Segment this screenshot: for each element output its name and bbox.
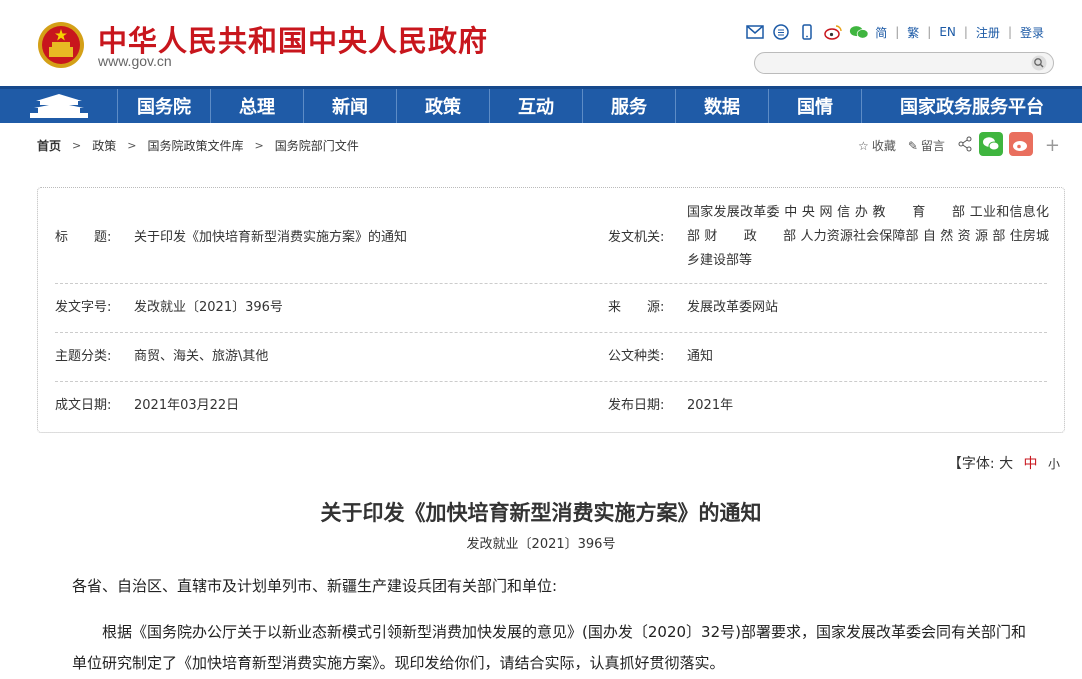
wechat-share-icon[interactable]	[978, 132, 1003, 159]
plus-icon[interactable]: +	[1045, 135, 1060, 156]
created-date-value: 2021年03月22日	[134, 398, 240, 413]
divider: |	[895, 25, 900, 39]
register-link[interactable]: 注册	[976, 24, 1000, 41]
font-size-small[interactable]: 小	[1048, 457, 1060, 471]
font-size-medium[interactable]: 中	[1024, 456, 1038, 472]
nav-item-news[interactable]: 新闻	[304, 89, 397, 123]
share-icon[interactable]	[957, 136, 973, 155]
mail-icon[interactable]	[745, 22, 765, 42]
share-bar: ☆ 收藏 ✎ 留言 +	[858, 132, 1060, 159]
site-header: 中华人民共和国中央人民政府 www.gov.cn 简 | 繁 | EN | 注册…	[0, 0, 1082, 86]
breadcrumb: 首页 > 政策 > 国务院政策文件库 > 国务院部门文件	[37, 137, 359, 154]
lang-english-link[interactable]: EN	[939, 25, 956, 39]
document-info-table: 标 题: 关于印发《加快培育新型消费实施方案》的通知 发文机关: 国家发展改革委…	[37, 187, 1065, 433]
tiananmen-icon[interactable]	[0, 89, 118, 123]
favorite-button[interactable]: ☆ 收藏	[858, 137, 896, 154]
nav-item-service-platform[interactable]: 国家政务服务平台	[862, 89, 1082, 123]
nav-item-premier[interactable]: 总理	[211, 89, 304, 123]
breadcrumb-bar: 首页 > 政策 > 国务院政策文件库 > 国务院部门文件 ☆ 收藏 ✎ 留言 +	[0, 123, 1082, 167]
info-row-doc-no: 发文字号: 发改就业〔2021〕396号 来 源: 发展改革委网站	[55, 284, 1047, 333]
type-value: 通知	[687, 349, 714, 364]
divider: |	[963, 25, 968, 39]
article-doc-number: 发改就业〔2021〕396号	[466, 537, 616, 552]
published-date-label: 发布日期:	[608, 398, 665, 413]
info-row-title: 标 题: 关于印发《加快培育新型消费实施方案》的通知 发文机关: 国家发展改革委…	[55, 200, 1049, 284]
chevron-right-icon: >	[72, 139, 82, 152]
topic-value: 商贸、海关、旅游\其他	[134, 349, 269, 364]
breadcrumb-department-docs[interactable]: 国务院部门文件	[275, 137, 359, 154]
chevron-right-icon: >	[254, 139, 264, 152]
lang-simplified-link[interactable]: 简	[875, 24, 887, 41]
type-label: 公文种类:	[608, 349, 665, 364]
star-icon: ☆	[858, 138, 869, 153]
info-row-dates: 成文日期: 2021年03月22日 发布日期: 2021年	[55, 382, 1047, 431]
info-row-topic: 主题分类: 商贸、海关、旅游\其他 公文种类: 通知	[55, 333, 1047, 382]
chevron-right-icon: >	[127, 139, 137, 152]
article-title: 关于印发《加快培育新型消费实施方案》的通知	[320, 500, 762, 525]
breadcrumb-policy[interactable]: 政策	[92, 137, 116, 154]
font-size-large[interactable]: 大	[999, 456, 1013, 472]
favorite-label: 收藏	[871, 139, 896, 153]
source-value: 发展改革委网站	[687, 300, 779, 315]
login-link[interactable]: 登录	[1020, 24, 1044, 41]
issuer-label: 发文机关:	[608, 230, 665, 245]
mobile-icon[interactable]	[797, 22, 817, 42]
issuer-value: 国家发展改革委 中 央 网 信 办 教 育 部 工业和信息化部 财 政 部 人力…	[687, 205, 1049, 268]
doc-no-label: 发文字号:	[55, 300, 112, 315]
main-nav: 国务院 总理 新闻 政策 互动 服务 数据 国情 国家政务服务平台	[0, 86, 1082, 123]
weibo-icon[interactable]	[823, 22, 843, 42]
topic-label: 主题分类:	[55, 349, 112, 364]
nav-item-national-info[interactable]: 国情	[769, 89, 862, 123]
breadcrumb-home[interactable]: 首页	[37, 137, 61, 154]
font-size-prefix: 【字体:	[947, 456, 995, 472]
list-icon[interactable]	[771, 22, 791, 42]
published-date-value: 2021年	[687, 398, 734, 413]
title-value: 关于印发《加快培育新型消费实施方案》的通知	[134, 230, 408, 245]
divider: |	[1007, 25, 1012, 39]
top-toolbar: 简 | 繁 | EN | 注册 | 登录	[745, 22, 1044, 42]
breadcrumb-policy-library[interactable]: 国务院政策文件库	[147, 137, 243, 154]
doc-no-value: 发改就业〔2021〕396号	[134, 300, 283, 315]
created-date-label: 成文日期:	[55, 398, 112, 413]
site-url[interactable]: www.gov.cn	[98, 53, 172, 69]
nav-item-policy[interactable]: 政策	[397, 89, 490, 123]
lang-traditional-link[interactable]: 繁	[907, 24, 919, 41]
article-salutation: 各省、自治区、直辖市及计划单列市、新疆生产建设兵团有关部门和单位:	[72, 577, 558, 595]
wechat-icon[interactable]	[849, 22, 869, 42]
nav-item-state-council[interactable]: 国务院	[118, 89, 211, 123]
title-label: 标 题:	[55, 230, 112, 245]
nav-item-interaction[interactable]: 互动	[490, 89, 583, 123]
weibo-share-icon[interactable]	[1008, 132, 1033, 159]
nav-item-data[interactable]: 数据	[676, 89, 769, 123]
source-label: 来 源:	[608, 300, 665, 315]
nav-item-services[interactable]: 服务	[583, 89, 676, 123]
comment-label: 留言	[920, 139, 945, 153]
font-size-selector: 【字体: 大 中 小	[948, 453, 1060, 473]
search-icon[interactable]	[1031, 55, 1047, 71]
search-input[interactable]	[754, 52, 1054, 74]
pencil-icon: ✎	[907, 138, 918, 153]
divider: |	[927, 25, 932, 39]
comment-button[interactable]: ✎ 留言	[908, 137, 945, 154]
national-emblem-icon[interactable]	[36, 20, 86, 70]
article-paragraph: 根据《国务院办公厅关于以新业态新模式引领新型消费加快发展的意见》(国办发〔202…	[72, 623, 1026, 672]
